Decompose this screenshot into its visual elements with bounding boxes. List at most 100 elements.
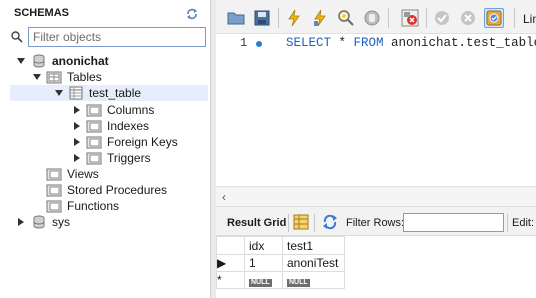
result-grid-tab[interactable]: Result Grid	[227, 217, 286, 229]
table-cell[interactable]: 1	[244, 254, 283, 272]
collapsed-arrow-icon[interactable]	[72, 121, 82, 131]
folder-fk-icon	[86, 136, 102, 149]
tree-label: Functions	[67, 199, 120, 213]
tree-item-views[interactable]: Views	[46, 166, 99, 182]
sql-text: *	[331, 36, 354, 50]
commit-icon	[435, 11, 449, 25]
sql-editor[interactable]: 1 SELECT * FROM anonichat.test_table;	[216, 34, 536, 186]
execute-icon	[288, 9, 300, 27]
collapsed-arrow-icon[interactable]	[72, 137, 82, 147]
table-cell[interactable]: anoniTest	[282, 254, 345, 272]
null-badge: NULL	[249, 279, 272, 287]
tree-label: Tables	[67, 70, 102, 84]
tree-item-sys[interactable]: sys	[16, 214, 70, 230]
grid-layout-icon[interactable]	[293, 214, 309, 230]
folder-indexes-icon	[86, 120, 102, 133]
tree-item-tables[interactable]: Tables	[32, 69, 102, 85]
folder-procedures-icon	[46, 184, 62, 197]
stop-button[interactable]	[362, 8, 382, 28]
rollback-button[interactable]	[458, 8, 478, 28]
expanded-arrow-icon[interactable]	[16, 56, 26, 66]
rollback-icon	[461, 11, 475, 25]
sql-editor-toolbar: Lim	[216, 0, 536, 34]
tree-item-anonichat[interactable]: anonichat	[16, 53, 109, 69]
navigator-title: SCHEMAS	[14, 7, 70, 19]
folder-views-icon	[46, 168, 62, 181]
collapsed-arrow-icon[interactable]	[72, 153, 82, 163]
navigator-header: SCHEMAS	[0, 0, 210, 26]
limit-rows-label[interactable]: Lim	[523, 12, 536, 26]
commit-button[interactable]	[432, 8, 452, 28]
toolbar-separator	[288, 214, 289, 232]
toolbar-separator	[426, 8, 427, 28]
expanded-arrow-icon[interactable]	[54, 88, 64, 98]
tree-label: anonichat	[52, 54, 109, 68]
toolbar-separator	[314, 214, 315, 232]
sql-code-line[interactable]: SELECT * FROM anonichat.test_table;	[286, 36, 536, 50]
save-icon	[254, 10, 270, 26]
database-icon	[33, 54, 45, 68]
refresh-icon[interactable]	[322, 214, 338, 230]
tree-label: sys	[52, 215, 70, 229]
sql-text: anonichat.test_table;	[383, 36, 536, 50]
result-grid: idx test1 ▶ 1 anoniTest * NULL NULL	[216, 236, 536, 298]
tree-label: Columns	[107, 103, 155, 117]
tree-label: Foreign Keys	[107, 135, 178, 149]
search-icon	[11, 31, 23, 43]
tree-item-functions[interactable]: Functions	[46, 198, 119, 214]
collapsed-arrow-icon[interactable]	[16, 217, 26, 227]
tree-item-stored-procedures[interactable]: Stored Procedures	[46, 182, 167, 198]
expanded-arrow-icon[interactable]	[32, 72, 42, 82]
execute-current-button[interactable]	[310, 8, 330, 28]
schema-navigator: SCHEMAS anonichat T	[0, 0, 210, 298]
statement-marker-icon	[256, 41, 262, 47]
execute-button[interactable]	[284, 8, 304, 28]
tree-label: Views	[67, 167, 99, 181]
table-row[interactable]: ▶ 1 anoniTest	[216, 254, 345, 272]
folder-columns-icon	[86, 104, 102, 117]
tree-item-triggers[interactable]: Triggers	[72, 150, 151, 166]
table-row-new[interactable]: * NULL NULL	[216, 271, 345, 289]
filter-rows-label: Filter Rows:	[346, 217, 405, 229]
column-header-idx[interactable]: idx	[244, 236, 283, 255]
tree-item-foreign-keys[interactable]: Foreign Keys	[72, 134, 178, 150]
stop-icon	[364, 10, 380, 26]
filter-objects-input[interactable]	[28, 27, 206, 47]
tree-label: Stored Procedures	[67, 183, 168, 197]
autocommit-icon	[486, 10, 502, 26]
collapsed-arrow-icon[interactable]	[72, 105, 82, 115]
save-button[interactable]	[252, 8, 272, 28]
current-row-marker-icon: ▶	[216, 254, 245, 272]
table-cell[interactable]: NULL	[282, 271, 345, 289]
toolbar-separator	[514, 8, 515, 28]
sql-keyword: FROM	[353, 36, 384, 50]
explain-icon	[338, 10, 354, 26]
horizontal-scrollbar[interactable]: ‹	[216, 186, 536, 206]
explain-button[interactable]	[336, 8, 356, 28]
table-cell[interactable]: NULL	[244, 271, 283, 289]
toolbar-separator	[278, 8, 279, 28]
filter-bar	[10, 27, 208, 47]
sql-keyword: SELECT	[286, 36, 332, 50]
tree-label: Indexes	[107, 119, 150, 133]
tree-item-columns[interactable]: Columns	[72, 102, 154, 118]
folder-functions-icon	[46, 200, 62, 213]
scroll-left-icon[interactable]: ‹	[222, 190, 226, 204]
filter-rows-input[interactable]	[403, 213, 504, 232]
toggle-error-button[interactable]	[400, 8, 420, 28]
open-file-button[interactable]	[226, 8, 246, 28]
tree-item-test-table[interactable]: test_table	[10, 85, 208, 101]
table-header-row: idx test1	[216, 236, 345, 255]
open-file-icon	[227, 12, 245, 25]
line-number: 1	[240, 36, 248, 50]
folder-tables-icon	[46, 71, 62, 84]
edit-label: Edit:	[512, 217, 535, 229]
autocommit-toggle[interactable]	[484, 8, 504, 28]
result-toolbar: Result Grid Filter Rows: Edit:	[216, 206, 536, 236]
tree-item-indexes[interactable]: Indexes	[72, 118, 149, 134]
toolbar-separator	[507, 214, 508, 232]
refresh-icon[interactable]	[186, 8, 198, 20]
execute-current-icon	[314, 9, 326, 27]
tree-label: test_table	[89, 86, 142, 100]
column-header-test1[interactable]: test1	[282, 236, 345, 255]
